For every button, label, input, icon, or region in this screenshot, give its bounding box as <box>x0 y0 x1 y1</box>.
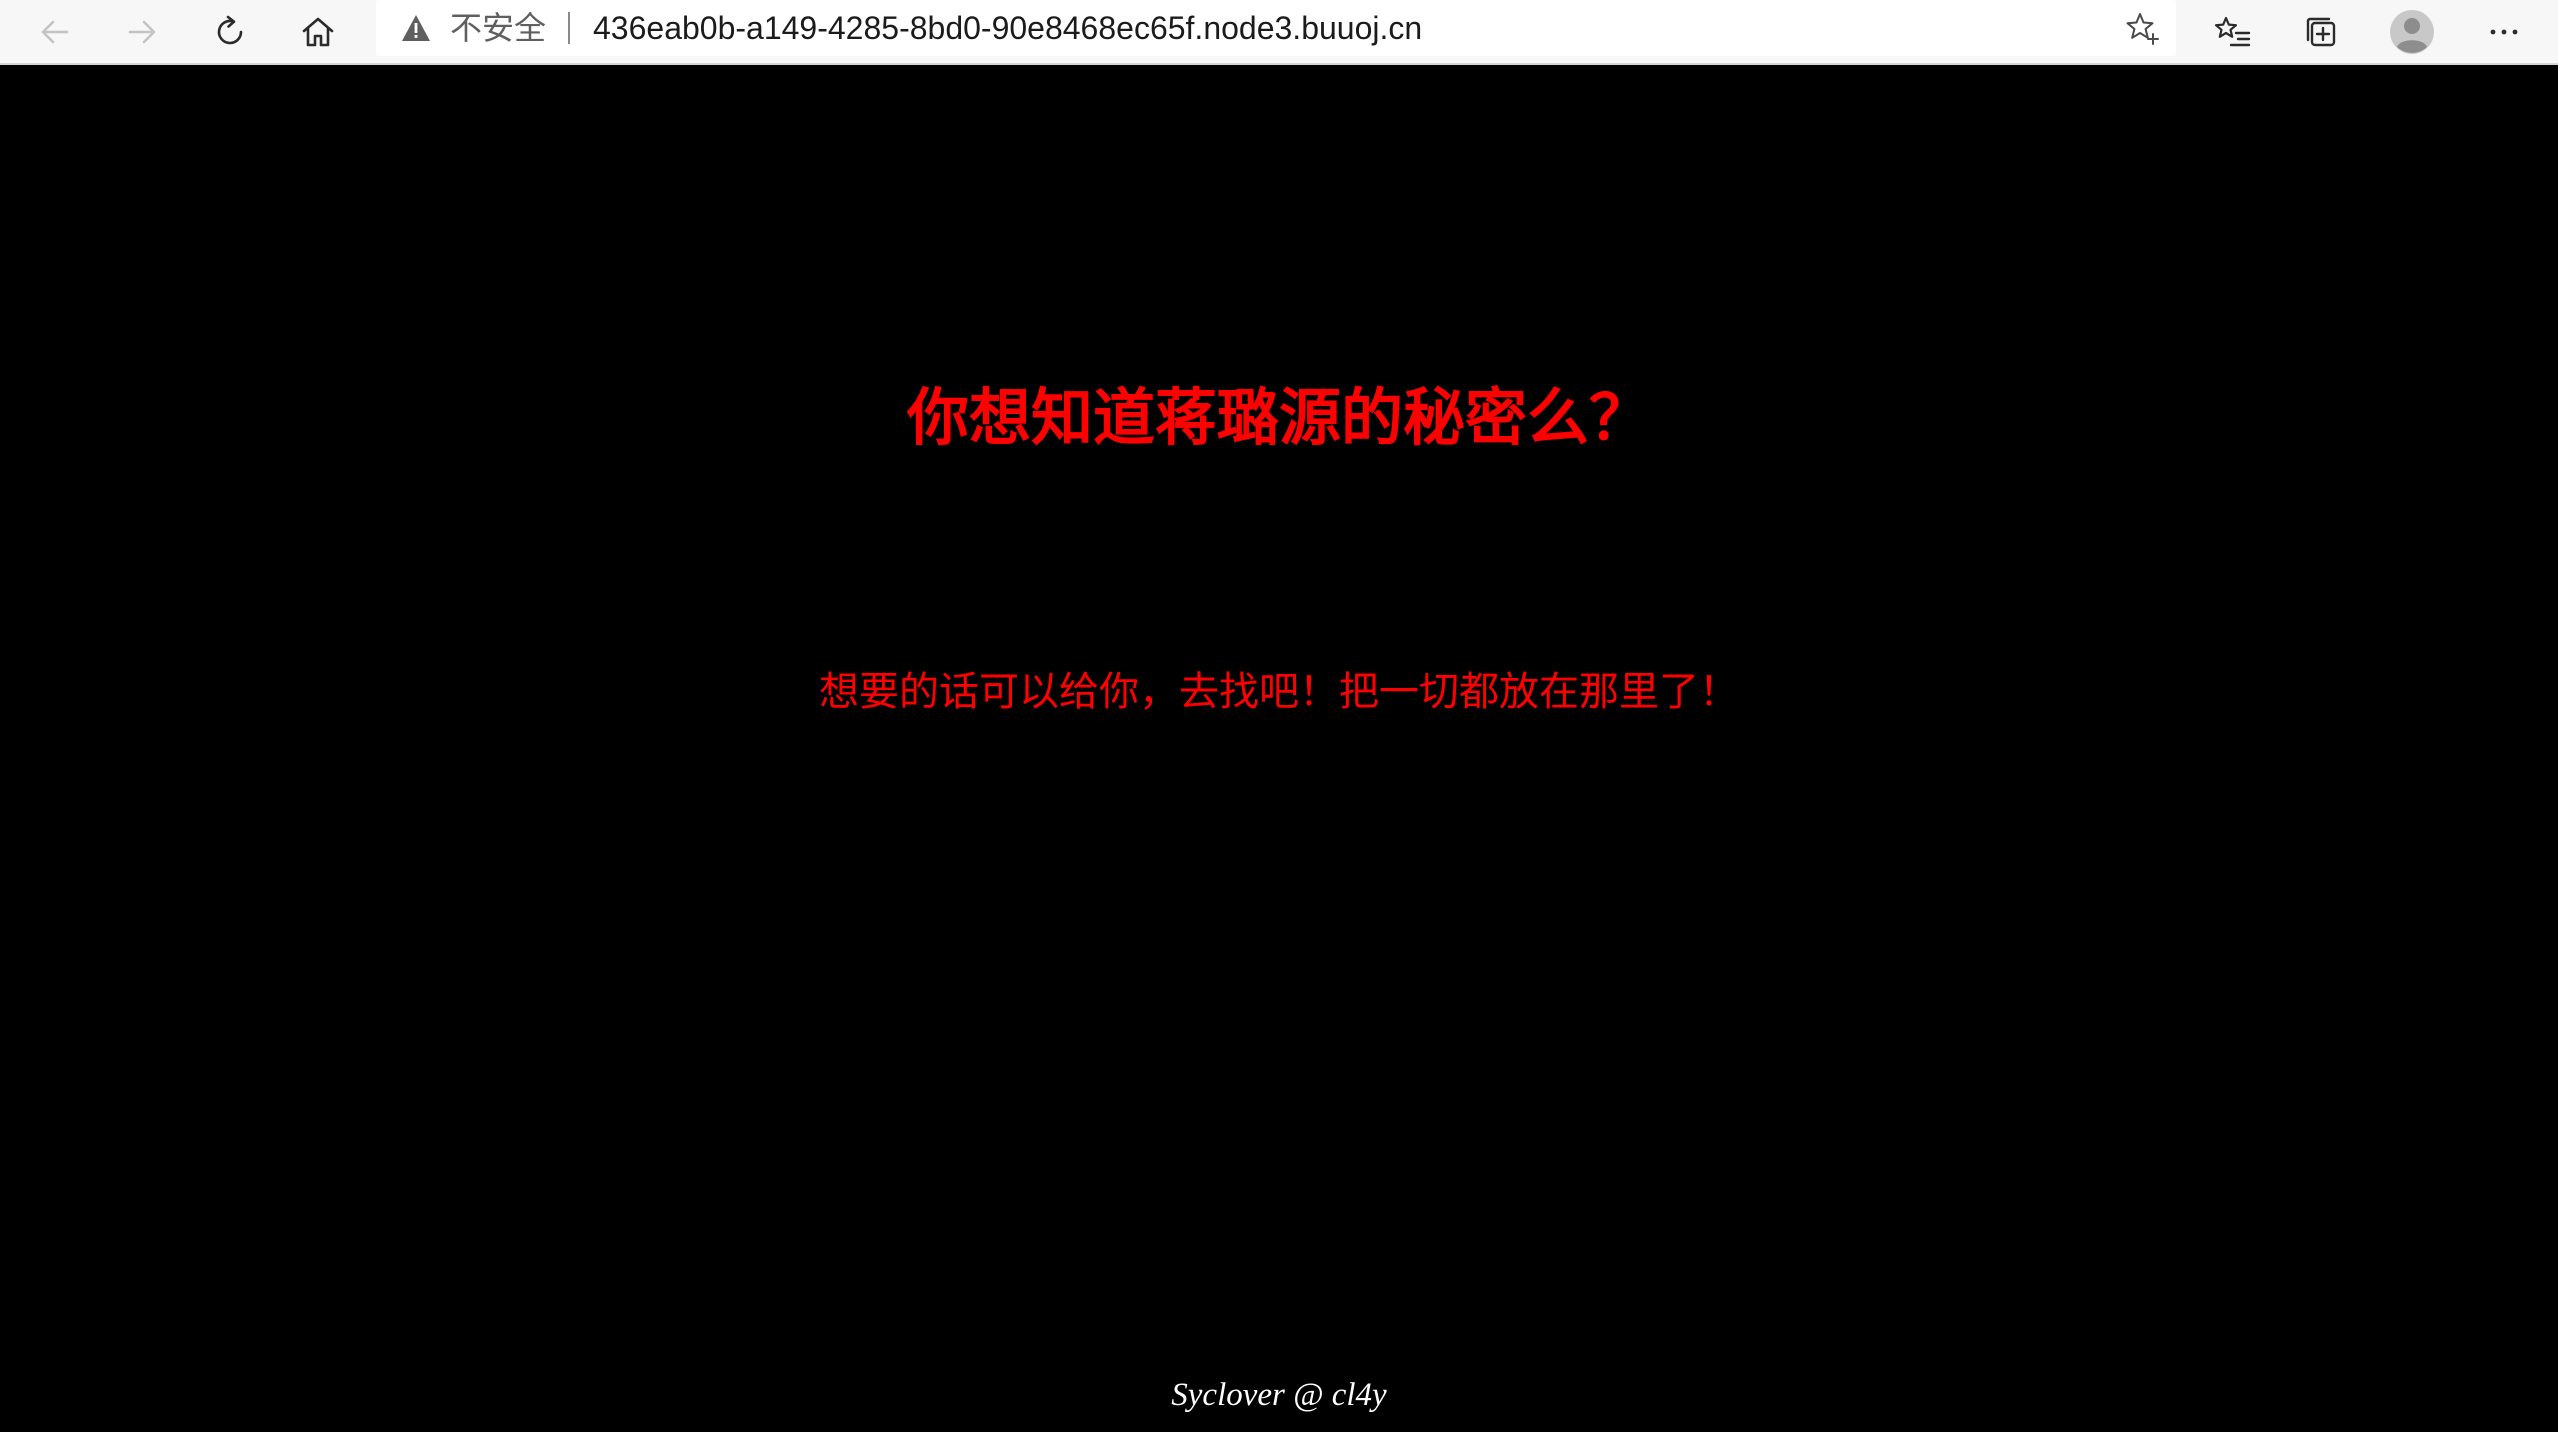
address-separator <box>568 12 570 44</box>
favorites-list-icon <box>2214 16 2251 47</box>
refresh-icon <box>217 15 243 45</box>
profile-button[interactable] <box>2385 5 2439 59</box>
more-options-button[interactable] <box>2477 5 2531 59</box>
home-icon <box>302 17 334 47</box>
page-content: 你想知道蒋璐源的秘密么？ 想要的话可以给你，去找吧！把一切都放在那里了！ Syc… <box>0 67 2558 1432</box>
arrow-right-icon <box>128 20 156 44</box>
collections-icon <box>2306 17 2336 47</box>
warning-triangle-icon[interactable] <box>400 12 432 44</box>
page-footer-credit: Syclover @ cl4y <box>1171 1377 1387 1413</box>
back-button[interactable] <box>28 5 82 59</box>
page-headline: 你想知道蒋璐源的秘密么？ <box>906 384 1651 453</box>
security-status-label[interactable]: 不安全 <box>450 10 546 46</box>
home-button[interactable] <box>291 5 345 59</box>
browser-toolbar: 不安全 436eab0b-a149-4285-8bd0-90e8468ec65f… <box>0 0 2558 65</box>
arrow-left-icon <box>41 20 69 44</box>
refresh-button[interactable] <box>203 5 257 59</box>
collections-button[interactable] <box>2294 5 2348 59</box>
address-bar[interactable]: 不安全 436eab0b-a149-4285-8bd0-90e8468ec65f… <box>376 0 2176 56</box>
add-favorite-button[interactable] <box>2124 10 2160 46</box>
profile-avatar-icon <box>2390 10 2434 54</box>
forward-button[interactable] <box>115 5 169 59</box>
page-subheading: 想要的话可以给你，去找吧！把一切都放在那里了！ <box>819 670 1739 714</box>
star-add-icon <box>2126 13 2159 45</box>
favorites-button[interactable] <box>2206 5 2260 59</box>
url-text[interactable]: 436eab0b-a149-4285-8bd0-90e8468ec65f.nod… <box>593 10 1422 46</box>
more-options-icon <box>2490 29 2518 35</box>
